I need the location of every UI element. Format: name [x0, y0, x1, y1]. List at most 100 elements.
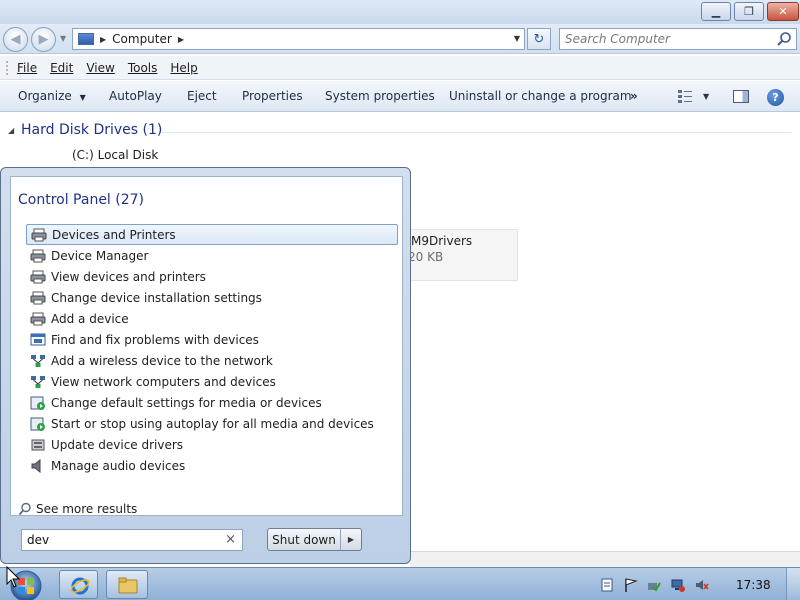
see-more-results-link[interactable]: See more results	[18, 502, 137, 516]
refresh-button[interactable]: ↻	[527, 28, 551, 50]
printer-icon	[30, 312, 46, 326]
troubleshoot-icon	[30, 333, 46, 347]
taskbar-clock[interactable]: 17:38	[736, 578, 771, 592]
control-panel-results: Devices and Printers Device Manager View d…	[26, 224, 398, 476]
back-button[interactable]: ◀	[3, 27, 28, 52]
autoplay-button[interactable]: AutoPlay	[109, 89, 162, 103]
control-panel-result-item[interactable]: Add a device	[26, 308, 398, 329]
control-panel-result-item[interactable]: Manage audio devices	[26, 455, 398, 476]
eject-button[interactable]: Eject	[187, 89, 217, 103]
address-dropdown-icon[interactable]: ▼	[514, 34, 520, 43]
view-options-dropdown-icon[interactable]: ▼	[703, 92, 709, 101]
address-bar[interactable]: ▶ Computer ▶ ▼	[72, 28, 525, 50]
control-panel-result-item[interactable]: Devices and Printers	[26, 224, 398, 245]
result-item-label: Change device installation settings	[51, 290, 262, 305]
search-input[interactable]	[565, 30, 775, 48]
taskbar-windows-explorer[interactable]	[106, 570, 148, 599]
internet-explorer-icon	[70, 577, 90, 595]
result-item-label: Change default settings for media or dev…	[51, 395, 322, 410]
more-commands-button[interactable]: »	[630, 89, 638, 103]
shutdown-label: Shut down	[272, 532, 336, 547]
menu-view[interactable]: View	[86, 61, 114, 75]
autoplay-icon	[30, 417, 46, 431]
details-pane	[410, 551, 800, 567]
system-properties-button[interactable]: System properties	[325, 89, 435, 103]
safely-remove-hardware-icon[interactable]	[647, 578, 661, 592]
printer-icon	[30, 291, 46, 305]
taskbar-internet-explorer[interactable]	[59, 570, 98, 599]
group-header-hard-disk-drives[interactable]: Hard Disk Drives (1)	[21, 122, 162, 138]
taskbar: 17:38	[0, 567, 800, 600]
minimize-button[interactable]: ▁	[701, 2, 731, 21]
menu-tools[interactable]: Tools	[128, 61, 158, 75]
volume-muted-icon[interactable]	[695, 578, 709, 592]
chevron-down-icon: ▼	[79, 93, 86, 102]
tile-size: 20 KB	[408, 250, 444, 264]
breadcrumb-computer[interactable]: Computer	[112, 32, 172, 46]
collapse-group-icon[interactable]: ◢	[8, 126, 14, 135]
action-center-icon[interactable]	[600, 578, 614, 592]
menu-tools-label: Tools	[127, 60, 158, 75]
minimize-icon: ▁	[711, 5, 721, 18]
breadcrumb-separator-icon[interactable]: ▶	[100, 35, 106, 44]
shutdown-button[interactable]: Shut down ▶	[267, 528, 362, 551]
result-item-label: View devices and printers	[51, 269, 206, 284]
menu-edit-label: Edit	[50, 60, 74, 75]
search-box[interactable]	[559, 28, 797, 50]
maximize-button[interactable]: ❐	[734, 2, 764, 21]
computer-icon	[78, 33, 94, 45]
local-disk-label[interactable]: (C:) Local Disk	[72, 148, 158, 162]
control-panel-result-item[interactable]: Start or stop using autoplay for all med…	[26, 413, 398, 434]
recent-pages-dropdown[interactable]: ▼	[60, 34, 66, 43]
start-search-box[interactable]: ×	[21, 529, 243, 551]
help-icon[interactable]: ?	[767, 89, 784, 106]
close-button[interactable]: ✕	[767, 2, 799, 21]
drive-tile[interactable]: M9Drivers 20 KB	[402, 229, 518, 281]
organize-button[interactable]: Organize ▼	[18, 89, 86, 103]
flag-icon[interactable]	[624, 578, 638, 592]
command-bar: Organize ▼ AutoPlay Eject Properties Sys…	[0, 81, 800, 112]
menu-grip	[6, 60, 9, 75]
printer-icon	[30, 249, 46, 263]
group-divider	[162, 132, 792, 133]
search-icon[interactable]	[776, 31, 792, 47]
result-item-label: Add a device	[51, 311, 129, 326]
control-panel-result-item[interactable]: Update device drivers	[26, 434, 398, 455]
uninstall-program-button[interactable]: Uninstall or change a program	[449, 89, 632, 103]
result-item-label: Add a wireless device to the network	[51, 353, 273, 368]
menu-file[interactable]: File	[17, 61, 37, 75]
show-desktop-button[interactable]	[786, 568, 800, 600]
mouse-cursor-icon	[6, 566, 20, 588]
clear-search-icon[interactable]: ×	[225, 532, 236, 547]
start-search-input[interactable]	[27, 533, 217, 547]
menu-help[interactable]: Help	[170, 61, 197, 75]
back-arrow-icon: ◀	[10, 32, 21, 47]
printer-icon	[30, 270, 46, 284]
control-panel-result-item[interactable]: Change default settings for media or dev…	[26, 392, 398, 413]
result-item-label: Devices and Printers	[52, 227, 176, 242]
close-icon: ✕	[778, 5, 788, 18]
properties-button[interactable]: Properties	[242, 89, 303, 103]
control-panel-result-item[interactable]: Device Manager	[26, 245, 398, 266]
folder-icon	[118, 577, 138, 594]
change-view-icon[interactable]	[678, 90, 692, 103]
forward-button[interactable]: ▶	[31, 27, 56, 52]
result-item-label: Find and fix problems with devices	[51, 332, 259, 347]
result-item-label: Manage audio devices	[51, 458, 186, 473]
network-icon[interactable]	[671, 578, 685, 592]
result-item-label: Device Manager	[51, 248, 149, 263]
control-panel-result-item[interactable]: Find and fix problems with devices	[26, 329, 398, 350]
control-panel-result-item[interactable]: View network computers and devices	[26, 371, 398, 392]
control-panel-result-item[interactable]: Change device installation settings	[26, 287, 398, 308]
menu-edit[interactable]: Edit	[50, 61, 73, 75]
forward-arrow-icon: ▶	[38, 32, 49, 47]
organize-label: Organize	[18, 89, 72, 103]
shutdown-options-arrow-icon[interactable]: ▶	[340, 529, 361, 550]
control-panel-group-header[interactable]: Control Panel (27)	[18, 192, 144, 208]
breadcrumb-separator-icon[interactable]: ▶	[178, 35, 184, 44]
preview-pane-icon[interactable]	[733, 90, 749, 103]
driver-icon	[30, 438, 46, 452]
refresh-icon: ↻	[533, 31, 545, 47]
control-panel-result-item[interactable]: Add a wireless device to the network	[26, 350, 398, 371]
control-panel-result-item[interactable]: View devices and printers	[26, 266, 398, 287]
